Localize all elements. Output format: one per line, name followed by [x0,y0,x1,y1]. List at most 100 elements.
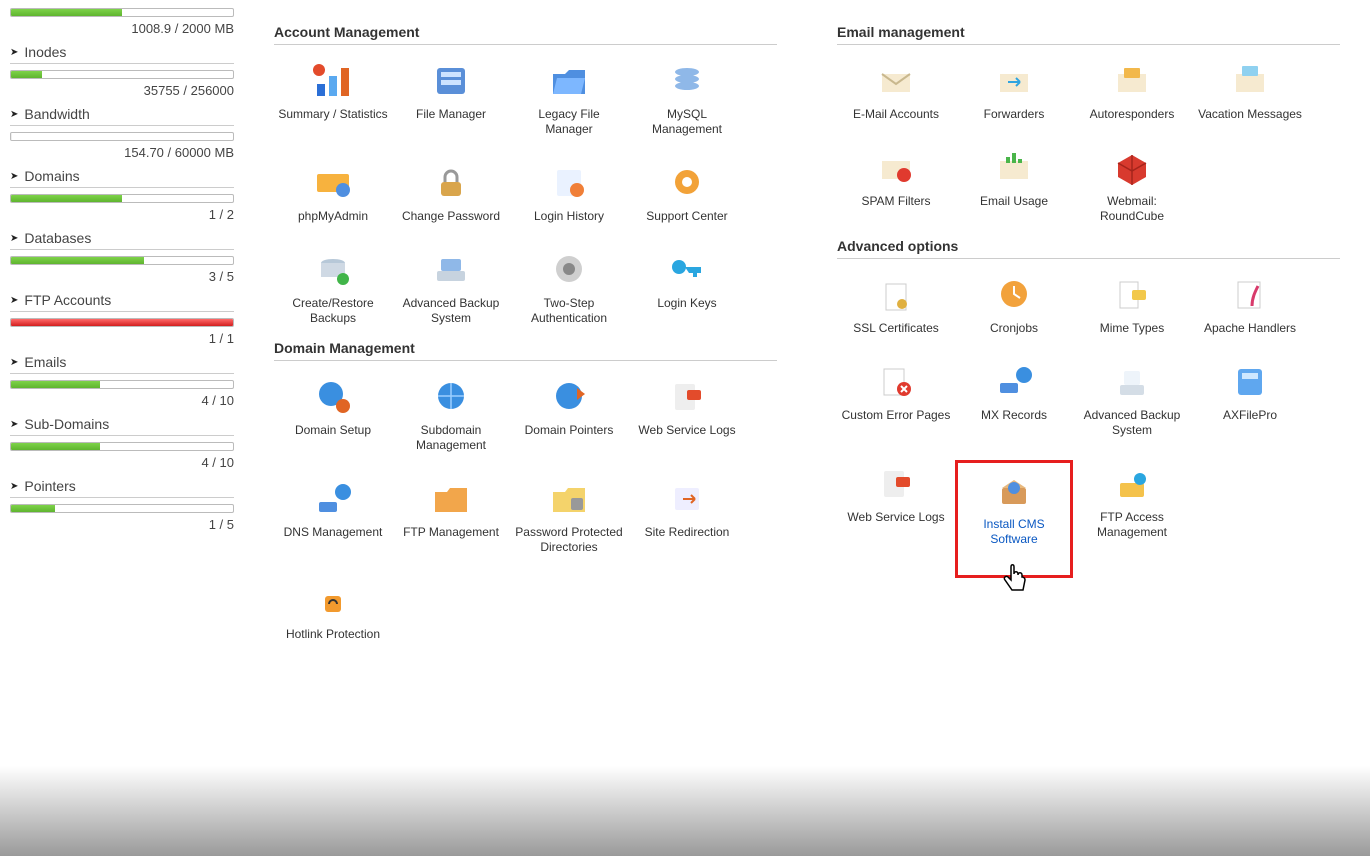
mx-icon [990,362,1038,402]
stat-header[interactable]: ➤ Bandwidth [10,106,234,126]
app-axfile[interactable]: AXFilePro [1191,358,1309,442]
progress-bar [10,504,234,513]
app-logs[interactable]: Web Service Logs [628,373,746,457]
backup-icon [309,250,357,290]
app-cron[interactable]: Cronjobs [955,271,1073,340]
app-globe-gear[interactable]: Domain Setup [274,373,392,457]
stat-label: Pointers [24,478,75,494]
stat-label: Bandwidth [24,106,89,122]
stat-value: 1 / 2 [10,207,234,222]
app-folder-open[interactable]: Legacy File Manager [510,57,628,141]
app-lock[interactable]: Change Password [392,159,510,228]
app-twostep[interactable]: Two-Step Authentication [510,246,628,330]
stat-label: Domains [24,168,79,184]
mail-cube-icon [1108,148,1156,188]
cron-icon [990,275,1038,315]
app-stats[interactable]: Summary / Statistics [274,57,392,141]
app-globe-point[interactable]: Domain Pointers [510,373,628,457]
app-label: Domain Pointers [525,423,614,438]
stats-icon [309,61,357,101]
stat-header[interactable]: ➤Inodes [10,44,234,64]
app-mx[interactable]: MX Records [955,358,1073,442]
progress-bar [10,8,234,17]
app-mail-fwd[interactable]: Forwarders [955,57,1073,126]
stat-block: ➤Sub-Domains4 / 10 [10,416,234,470]
redirect-icon [663,479,711,519]
backup2-icon [427,250,475,290]
app-label: Hotlink Protection [286,627,380,642]
app-hotlink[interactable]: Hotlink Protection [274,577,392,646]
app-ssl[interactable]: SSL Certificates [837,271,955,340]
app-mail-usage[interactable]: Email Usage [955,144,1073,228]
app-mail-vac[interactable]: Vacation Messages [1191,57,1309,126]
app-label: Advanced Backup System [1077,408,1187,438]
app-php[interactable]: phpMyAdmin [274,159,392,228]
app-label: File Manager [416,107,486,122]
app-label: Domain Setup [295,423,371,438]
drawer-icon [427,61,475,101]
app-mime[interactable]: Mime Types [1073,271,1191,340]
app-mail-cube[interactable]: Webmail: RoundCube [1073,144,1191,228]
php-icon [309,163,357,203]
app-drawer[interactable]: File Manager [392,57,510,141]
stat-header[interactable]: ➤Sub-Domains [10,416,234,436]
icon-grid: Domain Setup Subdomain Management Domain P… [274,373,777,646]
app-globe-sub[interactable]: Subdomain Management [392,373,510,457]
app-cms[interactable]: Install CMS Software [955,460,1073,578]
app-support[interactable]: Support Center [628,159,746,228]
stat-header[interactable]: ➤Pointers [10,478,234,498]
app-label: Two-Step Authentication [514,296,624,326]
app-backup2[interactable]: Advanced Backup System [392,246,510,330]
folder-open-icon [545,61,593,101]
app-label: Subdomain Management [396,423,506,453]
stat-header[interactable]: ➤Domains [10,168,234,188]
app-label: Forwarders [984,107,1045,122]
app-history[interactable]: Login History [510,159,628,228]
stat-value: 154.70 / 60000 MB [10,145,234,160]
app-folder-lock[interactable]: Password Protected Directories [510,475,628,559]
app-dns[interactable]: DNS Management [274,475,392,559]
ssl-icon [872,275,920,315]
logs-icon [663,377,711,417]
app-folder-ftp[interactable]: FTP Management [392,475,510,559]
stat-label: Databases [24,230,91,246]
app-label: SSL Certificates [853,321,939,336]
app-label: MX Records [981,408,1047,423]
history-icon [545,163,593,203]
error-icon [872,362,920,402]
app-label: Change Password [402,209,500,224]
mail-usage-icon [990,148,1038,188]
app-mail-spam[interactable]: SPAM Filters [837,144,955,228]
progress-bar [10,256,234,265]
app-ftp-access[interactable]: FTP Access Management [1073,460,1191,578]
stat-header[interactable]: ➤Emails [10,354,234,374]
app-mail-auto[interactable]: Autoresponders [1073,57,1191,126]
app-backup[interactable]: Create/Restore Backups [274,246,392,330]
mail-fwd-icon [990,61,1038,101]
app-apache[interactable]: Apache Handlers [1191,271,1309,340]
arrow-icon: ➤ [10,109,18,120]
app-label: Login Keys [657,296,716,311]
twostep-icon [545,250,593,290]
app-key[interactable]: Login Keys [628,246,746,330]
progress-bar [10,442,234,451]
stat-header[interactable]: ➤FTP Accounts [10,292,234,312]
ftp-access-icon [1108,464,1156,504]
icon-grid: SSL Certificates CronjobsMime TypesApache… [837,271,1340,578]
app-logs2[interactable]: Web Service Logs [837,460,955,578]
app-error[interactable]: Custom Error Pages [837,358,955,442]
app-database[interactable]: MySQL Management [628,57,746,141]
section-title-domain: Domain Management [274,340,777,361]
app-label: Support Center [646,209,727,224]
progress-bar [10,70,234,79]
app-redirect[interactable]: Site Redirection [628,475,746,559]
stat-header[interactable]: ➤Databases [10,230,234,250]
app-label: Summary / Statistics [278,107,387,122]
app-backup3[interactable]: Advanced Backup System [1073,358,1191,442]
stat-value: 1008.9 / 2000 MB [10,21,234,36]
app-mail[interactable]: E-Mail Accounts [837,57,955,126]
folder-lock-icon [545,479,593,519]
stat-value: 1 / 5 [10,517,234,532]
app-label: phpMyAdmin [298,209,368,224]
app-label: Site Redirection [645,525,730,540]
